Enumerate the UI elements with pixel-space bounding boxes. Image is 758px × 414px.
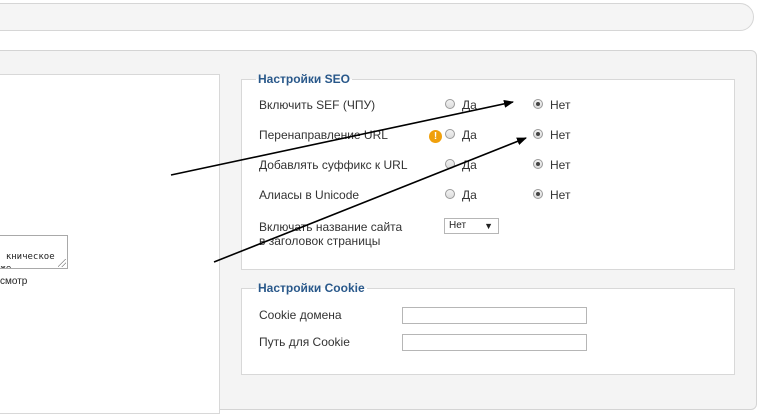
annotation-arrows [170, 99, 527, 263]
